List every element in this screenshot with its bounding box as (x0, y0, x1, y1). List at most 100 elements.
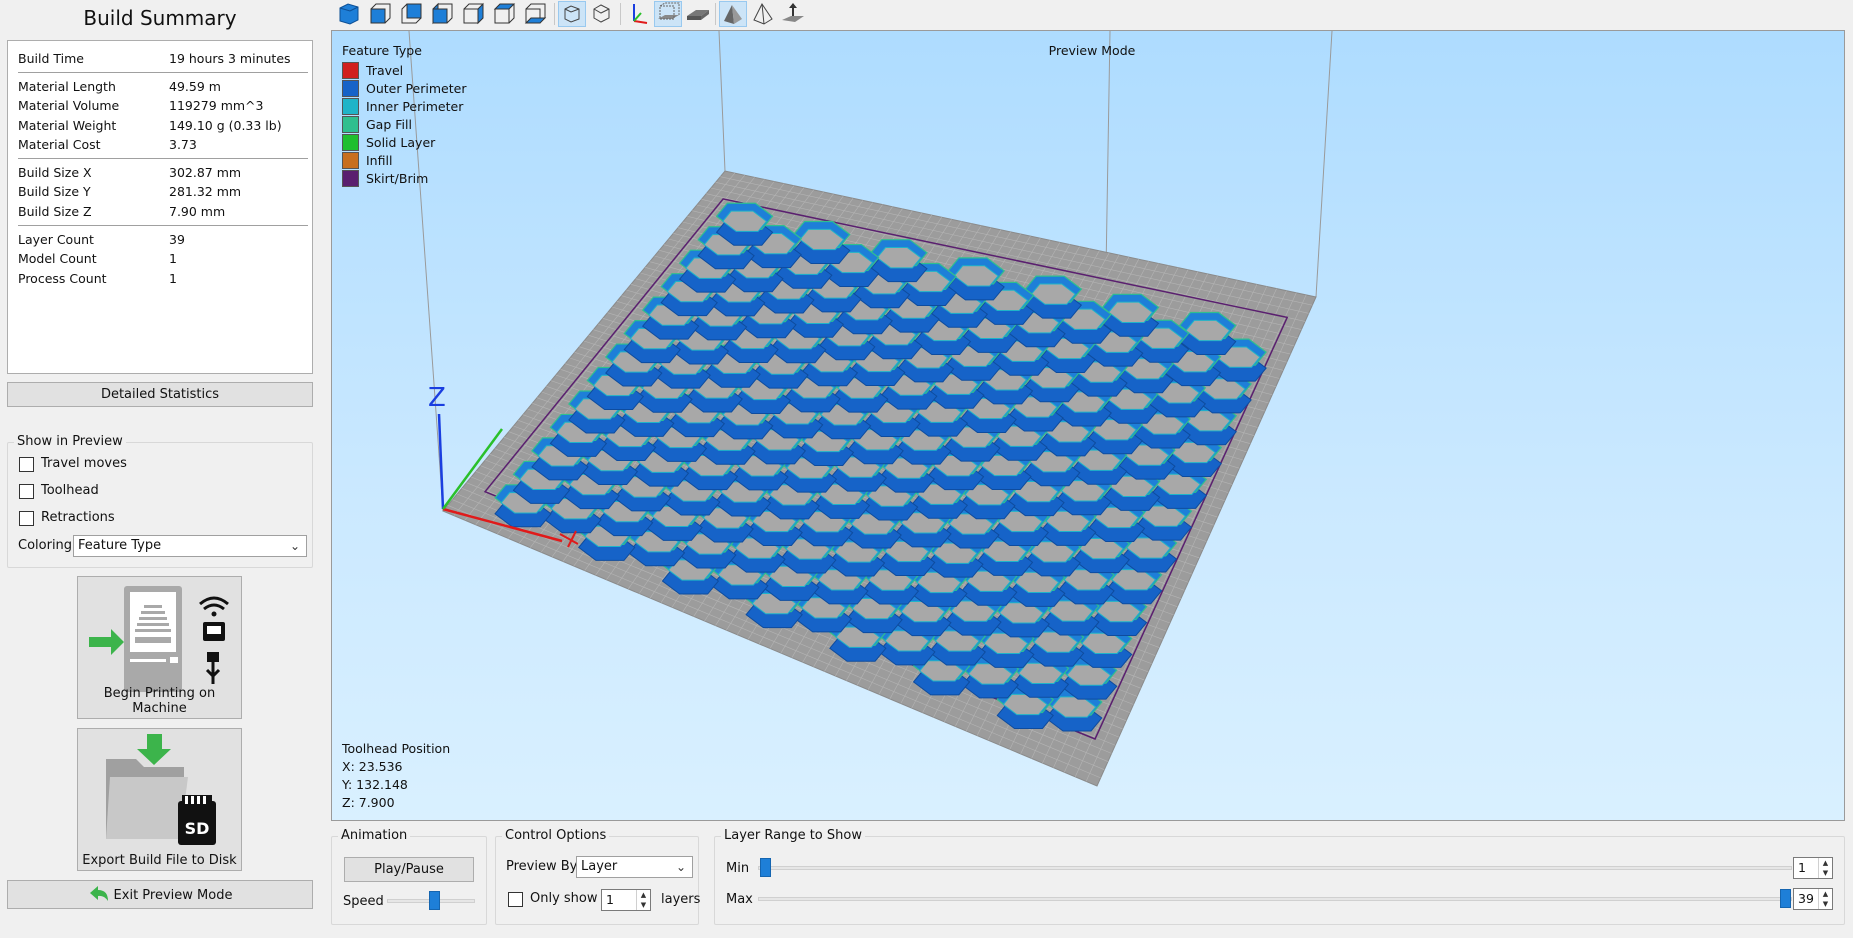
show-in-preview-group: Show in Preview Travel moves Toolhead Re… (7, 434, 313, 568)
stat-value: 1 (169, 271, 177, 286)
checkbox-box[interactable] (19, 457, 34, 472)
preview-by-select[interactable]: Layer ⌄ (576, 856, 693, 878)
export-label: Export Build File to Disk (82, 853, 237, 868)
begin-printing-button[interactable]: Begin Printing on Machine (77, 576, 242, 719)
exit-preview-button[interactable]: Exit Preview Mode (7, 880, 313, 909)
stat-label: Build Size Z (18, 204, 92, 219)
stat-value: 3.73 (169, 137, 197, 152)
stat-value: 302.87 mm (169, 165, 242, 180)
min-layer-slider-handle[interactable] (760, 858, 771, 877)
layer-range-title: Layer Range to Show (721, 828, 865, 843)
animation-group: Animation Play/Pause Speed (331, 828, 487, 925)
stat-label: Material Cost (18, 137, 101, 152)
stat-row: Build Time 19 hours 3 minutes (18, 51, 308, 71)
min-layer-slider-track[interactable] (758, 866, 1792, 870)
max-layer-spinbox[interactable]: 39 ▲ ▼ (1793, 888, 1833, 910)
checkbox-box[interactable] (19, 511, 34, 526)
layers-label: layers (661, 892, 701, 907)
stat-label: Build Time (18, 51, 84, 66)
stat-label: Material Length (18, 79, 116, 94)
stat-separator (18, 158, 308, 159)
stat-label: Material Weight (18, 118, 117, 133)
max-layer-value: 39 (1798, 891, 1814, 906)
stat-row: Material Length 49.59 m (18, 79, 308, 99)
min-layer-spinbox[interactable]: 1 ▲ ▼ (1793, 857, 1833, 879)
legend-label: Inner Perimeter (366, 99, 464, 114)
spin-arrows-icon[interactable]: ▲ ▼ (1818, 858, 1832, 878)
bed-icon[interactable] (684, 1, 712, 27)
checkbox-box[interactable] (508, 892, 523, 907)
stat-row: Process Count 1 (18, 271, 308, 291)
show-in-preview-title: Show in Preview (14, 434, 126, 449)
toolhead-z: Z: 7.900 (342, 795, 395, 810)
max-layer-slider-track[interactable] (758, 897, 1792, 901)
layer-range-group: Layer Range to Show Min 1 ▲ ▼ Max 39 ▲ ▼ (714, 828, 1845, 925)
toolhead-position-title: Toolhead Position (342, 741, 451, 756)
coloring-label: Coloring (18, 538, 73, 553)
animation-title: Animation (338, 828, 411, 843)
speed-slider-handle[interactable] (429, 891, 441, 910)
toolbar-separator (554, 3, 555, 25)
solid-shading-icon[interactable] (719, 1, 747, 27)
bottom-view-icon[interactable] (521, 1, 549, 27)
stat-row: Build Size Y 281.32 mm (18, 184, 308, 204)
front-view-icon[interactable] (366, 1, 394, 27)
stat-value: 49.59 m (169, 79, 221, 94)
play-pause-button[interactable]: Play/Pause (344, 857, 474, 882)
preview-mode-label: Preview Mode (1048, 43, 1136, 58)
build-stats-box: Build Time 19 hours 3 minutes Material Len… (7, 40, 313, 374)
orthographic-icon[interactable] (588, 1, 616, 27)
stat-separator (18, 72, 308, 73)
stat-separator (18, 225, 308, 226)
build-volume-icon[interactable] (654, 1, 682, 27)
legend-label: Outer Perimeter (366, 81, 467, 96)
legend-swatch (342, 62, 359, 79)
legend-swatch (342, 170, 359, 187)
max-layer-slider-handle[interactable] (1780, 889, 1791, 908)
only-show-spinbox[interactable]: 1 ▲ ▼ (601, 889, 651, 911)
spin-arrows-icon[interactable]: ▲ ▼ (636, 890, 650, 910)
legend-swatch (342, 116, 359, 133)
max-label: Max (726, 892, 753, 907)
spin-arrows-icon[interactable]: ▲ ▼ (1818, 889, 1832, 909)
export-build-file-button[interactable]: SD Export Build File to Disk (77, 728, 242, 871)
view-toolbar (330, 0, 830, 30)
legend-label: Gap Fill (366, 117, 412, 132)
left-view-icon[interactable] (428, 1, 456, 27)
checkbox-box[interactable] (19, 484, 34, 499)
stat-value: 7.90 mm (169, 204, 226, 219)
toolhead-y: Y: 132.148 (342, 777, 408, 792)
toolhead-x: X: 23.536 (342, 759, 403, 774)
origin-icon[interactable] (779, 1, 807, 27)
3d-preview-viewport[interactable]: Z Feature Type Travel Outer Perimeter Inne… (331, 30, 1845, 821)
control-options-title: Control Options (502, 828, 610, 843)
stat-label: Model Count (18, 251, 97, 266)
detailed-statistics-button[interactable]: Detailed Statistics (7, 382, 313, 407)
legend-swatch (342, 152, 359, 169)
legend-label: Solid Layer (366, 135, 436, 150)
stat-label: Material Volume (18, 98, 120, 113)
chevron-down-icon: ⌄ (675, 860, 686, 874)
iso-view-icon[interactable] (335, 1, 363, 27)
stat-row: Model Count 1 (18, 251, 308, 271)
stat-value: 119279 mm^3 (169, 98, 264, 113)
stat-label: Layer Count (18, 232, 94, 247)
wireframe-icon[interactable] (749, 1, 777, 27)
chevron-down-icon: ⌄ (289, 539, 300, 553)
axes-icon[interactable] (625, 1, 653, 27)
back-view-icon[interactable] (397, 1, 425, 27)
exit-preview-label: Exit Preview Mode (113, 888, 233, 903)
left-panel: Build Summary Build Time 19 hours 3 minut… (0, 0, 325, 938)
stat-value: 39 (169, 232, 185, 247)
stat-row: Build Size X 302.87 mm (18, 165, 308, 185)
legend-label: Infill (366, 153, 393, 168)
perspective-icon[interactable] (558, 1, 586, 27)
stat-label: Build Size Y (18, 184, 91, 199)
coloring-select[interactable]: Feature Type ⌄ (73, 535, 307, 557)
top-view-icon[interactable] (490, 1, 518, 27)
stat-value: 281.32 mm (169, 184, 242, 199)
legend-swatch (342, 80, 359, 97)
legend-label: Travel (366, 63, 404, 78)
only-show-label: Only show (530, 891, 598, 906)
right-view-icon[interactable] (459, 1, 487, 27)
